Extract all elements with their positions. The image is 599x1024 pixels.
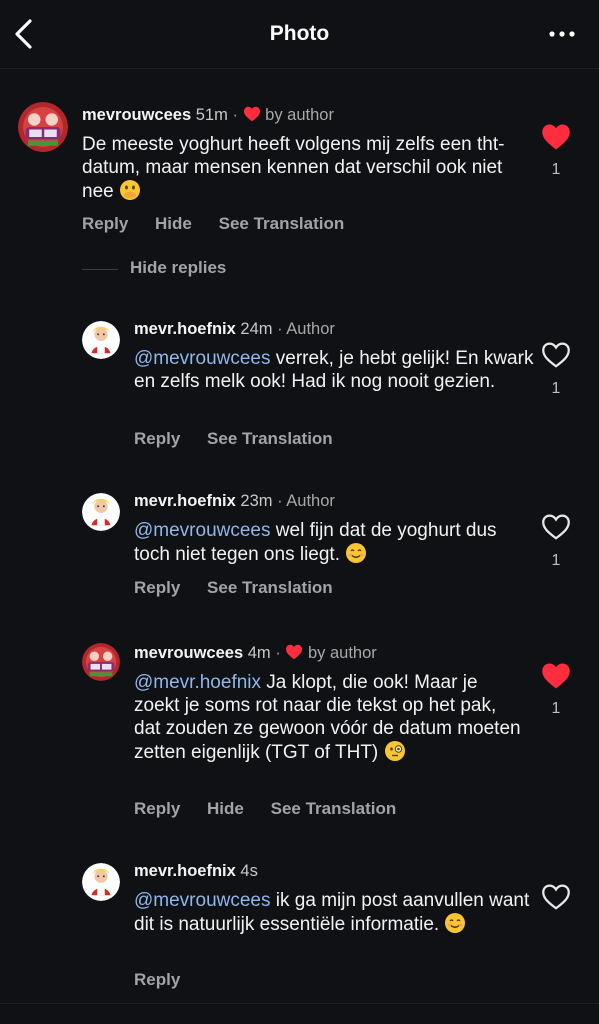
hide-button[interactable]: Hide [207, 799, 244, 818]
like-count: 1 [551, 161, 561, 178]
divider [0, 1003, 599, 1004]
comment-time: 51m [195, 106, 228, 124]
reply-text: @mevrouwcees verrek, je hebt gelijk! En … [134, 347, 534, 393]
comment-text: De meeste yoghurt heeft volgens mij zelf… [82, 133, 522, 203]
mention-link[interactable]: @mevr.hoefnix [134, 672, 261, 693]
hide-button[interactable]: Hide [155, 214, 192, 233]
face-with-monocle-icon [384, 740, 406, 762]
reply-actions: Reply [134, 970, 202, 990]
reply-time: 4s [240, 862, 258, 880]
heart-outline-icon[interactable] [541, 883, 571, 911]
heart-icon[interactable] [541, 123, 571, 151]
reply-button[interactable]: Reply [82, 214, 128, 233]
heart-icon[interactable] [541, 662, 571, 690]
page-title: Photo [269, 22, 330, 45]
reply-text: @mevr.hoefnix Ja klopt, die ook! Maar je… [134, 671, 524, 764]
like-count: 1 [551, 380, 561, 397]
avatar[interactable] [82, 643, 120, 681]
like-count: 1 [551, 552, 561, 569]
reply-actions: Reply Hide See Translation [134, 799, 418, 819]
reply-actions: Reply See Translation [134, 429, 355, 449]
reply-button[interactable]: Reply [134, 429, 180, 448]
mention-link[interactable]: @mevrouwcees [134, 520, 271, 541]
smiling-face-icon [444, 912, 466, 934]
see-translation-button[interactable]: See Translation [207, 578, 333, 597]
reply-button[interactable]: Reply [134, 970, 180, 989]
heart-icon [243, 106, 261, 122]
smiling-face-icon [345, 542, 367, 564]
hide-replies-label: Hide replies [130, 258, 227, 277]
reply-username[interactable]: mevr.hoefnix [134, 862, 236, 880]
avatar[interactable] [82, 321, 120, 359]
meta-separator: · [277, 492, 283, 510]
mention-link[interactable]: @mevrouwcees [134, 890, 271, 911]
see-translation-button[interactable]: See Translation [271, 799, 397, 818]
comment-body: De meeste yoghurt heeft volgens mij zelf… [82, 134, 505, 202]
heart-outline-icon[interactable] [541, 513, 571, 541]
avatar[interactable] [82, 493, 120, 531]
top-bar: Photo [0, 0, 599, 69]
reply-text: @mevrouwcees wel fijn dat de yoghurt dus… [134, 519, 534, 566]
heart-icon [285, 644, 303, 660]
more-horizontal-icon[interactable] [547, 24, 577, 44]
see-translation-button[interactable]: See Translation [219, 214, 345, 233]
reply-button[interactable]: Reply [134, 578, 180, 597]
author-badge: Author [286, 320, 335, 338]
meta-separator: · [232, 106, 238, 124]
reply-time: 23m [240, 492, 273, 510]
mention-link[interactable]: @mevrouwcees [134, 348, 271, 369]
like-count: 1 [551, 700, 561, 717]
by-author-badge: by author [265, 106, 334, 124]
avatar[interactable] [18, 102, 68, 152]
see-translation-button[interactable]: See Translation [207, 429, 333, 448]
avatar[interactable] [82, 863, 120, 901]
meta-separator: · [277, 320, 283, 338]
author-badge: Author [286, 492, 335, 510]
comment-username[interactable]: mevrouwcees [82, 106, 191, 124]
reply-actions: Reply See Translation [134, 578, 355, 598]
meta-separator: · [275, 644, 281, 662]
comment-actions: Reply Hide See Translation [82, 214, 366, 234]
face-with-hand-over-mouth-icon [119, 179, 141, 201]
divider [82, 269, 118, 270]
reply-username[interactable]: mevr.hoefnix [134, 320, 236, 338]
reply-username[interactable]: mevr.hoefnix [134, 492, 236, 510]
reply-button[interactable]: Reply [134, 799, 180, 818]
reply-time: 24m [240, 320, 273, 338]
by-author-badge: by author [307, 644, 377, 662]
reply-time: 4m [247, 644, 271, 662]
reply-text: @mevrouwcees ik ga mijn post aanvullen w… [134, 889, 534, 936]
reply-username[interactable]: mevrouwcees [134, 644, 243, 662]
heart-outline-icon[interactable] [541, 341, 571, 369]
